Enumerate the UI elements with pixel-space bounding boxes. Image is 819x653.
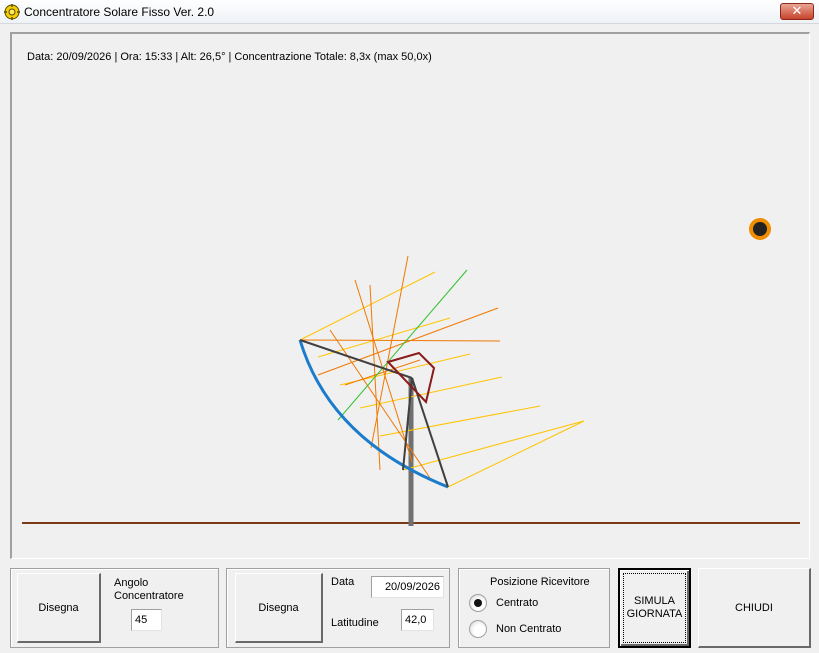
- reflected-ray: [317, 307, 499, 376]
- radio-non-centrato[interactable]: [469, 620, 487, 638]
- date-label: Data: [331, 576, 355, 588]
- concentrator-panel: Disegna Angolo Concentratore 45: [10, 568, 219, 648]
- draw-date-label: Disegna: [258, 601, 299, 614]
- radio-non-centrato-label: Non Centrato: [496, 623, 562, 635]
- latitude-input[interactable]: 42,0: [401, 609, 434, 631]
- reflected-ray: [370, 255, 409, 449]
- incident-ray: [379, 405, 541, 437]
- reflected-ray: [299, 339, 501, 342]
- angle-label: Angolo Concentratore: [114, 577, 184, 602]
- concentrator-drawing: [22, 218, 800, 526]
- receiver-position-panel: Posizione Ricevitore Centrato Non Centra…: [458, 568, 610, 648]
- draw-date-button[interactable]: Disegna: [235, 573, 323, 643]
- latitude-label: Latitudine: [331, 617, 379, 629]
- simulate-day-button[interactable]: SIMULA GIORNATA: [618, 568, 691, 648]
- close-button[interactable]: CHIUDI: [698, 568, 811, 648]
- angle-input[interactable]: 45: [131, 609, 162, 631]
- receiver-position-title: Posizione Ricevitore: [490, 576, 590, 588]
- draw-concentrator-button[interactable]: Disegna: [17, 573, 101, 643]
- close-button-label: CHIUDI: [735, 601, 773, 614]
- draw-concentrator-label: Disegna: [38, 601, 79, 614]
- radio-centrato[interactable]: [469, 594, 487, 612]
- incident-ray: [299, 271, 436, 341]
- sun-core: [753, 222, 767, 236]
- radio-centrato-label[interactable]: Centrato: [496, 597, 538, 609]
- reflected-ray: [354, 279, 413, 463]
- date-panel: Disegna Data 20/09/2026 Latitudine 42,0: [226, 568, 450, 648]
- incident-ray: [402, 420, 585, 471]
- incident-ray: [317, 317, 451, 358]
- date-input[interactable]: 20/09/2026: [371, 576, 444, 598]
- incident-ray: [447, 420, 585, 488]
- focus-ring: [623, 573, 686, 643]
- radio-selected-dot: [474, 599, 482, 607]
